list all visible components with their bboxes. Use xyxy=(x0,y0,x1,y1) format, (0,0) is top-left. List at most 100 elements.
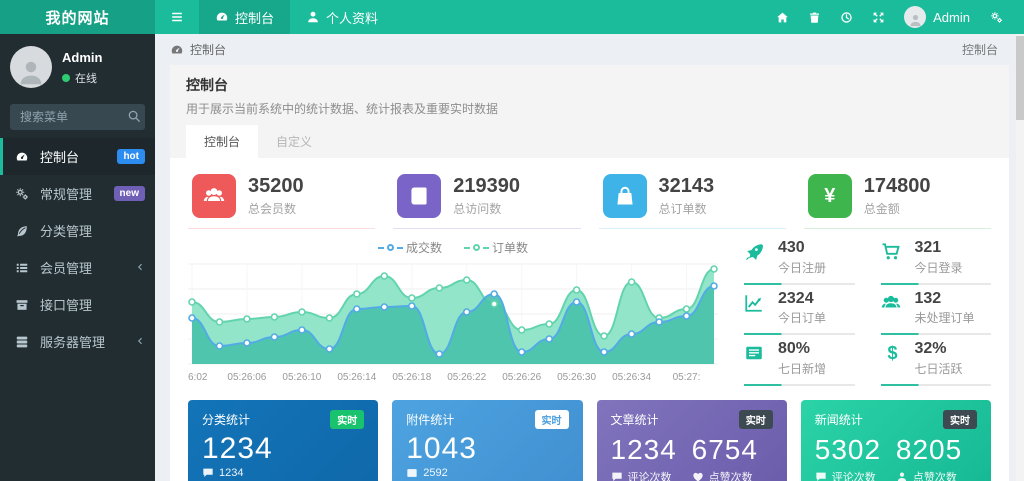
navbar-item-label: 个人资料 xyxy=(326,10,379,26)
bottom-card-subline: 1234 xyxy=(202,467,364,479)
navbar-items: 控制台 个人资料 xyxy=(199,0,394,34)
mini-stat-divider xyxy=(744,282,855,285)
legend-label: 成交数 xyxy=(405,241,442,255)
username[interactable]: Admin xyxy=(933,10,970,25)
bottom-card-metric-label: 评论次数 xyxy=(815,469,896,481)
bottom-card-columns: 5302 评论次数 8205 点赞次数 xyxy=(815,435,977,481)
sidebar-item-label: 控制台 xyxy=(40,150,80,165)
yen-icon: ¥ xyxy=(824,184,836,207)
mini-stat-inner: $32% 七日活跃 xyxy=(881,340,992,377)
stat-card-text: 32143 总订单数 xyxy=(659,175,715,217)
mini-stat-text: 321 今日登录 xyxy=(915,239,963,276)
stat-card-label: 总订单数 xyxy=(658,202,707,216)
legend-item[interactable]: 成交数 xyxy=(377,239,442,256)
navbar-item[interactable]: 个人资料 xyxy=(290,0,394,34)
dollar-icon: $ xyxy=(887,343,898,364)
navbar-right-icons xyxy=(766,0,894,34)
legend-line xyxy=(483,246,489,249)
trash-icon xyxy=(808,11,821,24)
page-subtitle: 用于展示当前系统中的统计数据、统计报表及重要实时数据 xyxy=(186,102,499,116)
svg-text:05:26:30: 05:26:30 xyxy=(557,372,596,383)
legend-line xyxy=(464,246,470,249)
stat-card: 219390 总访问数 xyxy=(393,170,581,229)
bottom-card-metric-label: 点赞次数 xyxy=(692,469,773,481)
breadcrumb-left[interactable]: 控制台 xyxy=(190,41,226,58)
page-title: 控制台 xyxy=(186,77,228,93)
bottom-card-metric-text: 评论次数 xyxy=(831,472,876,481)
image-icon xyxy=(406,467,418,479)
legend-item[interactable]: 订单数 xyxy=(464,239,528,256)
chart-area: 成交数 订单数 6:02 05:26:06 05:26:10 05:26:14 05:26… xyxy=(188,239,718,386)
sidebar-toggle-button[interactable] xyxy=(155,0,199,34)
legend-label: 订单数 xyxy=(492,241,529,255)
mini-stat-icon-box xyxy=(744,290,768,313)
panel-body: 35200 总会员数 219390 总访问数 32143 总订单数 ¥174800 总金额 成… xyxy=(170,158,1009,481)
navbar-item[interactable]: 控制台 xyxy=(199,0,291,34)
newspaper-icon xyxy=(744,343,768,363)
bottom-card-subvalue: 1234 xyxy=(219,466,244,479)
search-input[interactable] xyxy=(10,104,145,130)
breadcrumb-right[interactable]: 控制台 xyxy=(962,41,998,58)
stat-card: 32143 总订单数 xyxy=(598,170,786,229)
sidebar-item-label: 分类管理 xyxy=(40,224,93,239)
bottom-card-metric-text: 点赞次数 xyxy=(912,472,957,481)
sidebar-user-name: Admin xyxy=(62,50,103,65)
stat-card-icon-box xyxy=(397,174,442,218)
sidebar-user-status: 在线 xyxy=(62,70,102,86)
sidebar-avatar xyxy=(10,46,52,88)
avatar[interactable] xyxy=(904,6,927,28)
hamburger-icon xyxy=(170,10,184,24)
bottom-card-subvalue: 2592 xyxy=(423,466,448,479)
cart-icon xyxy=(881,242,905,262)
mini-stat-divider xyxy=(880,282,991,285)
mini-stat-icon-box xyxy=(881,239,905,262)
rocket-icon xyxy=(744,242,768,262)
mini-stat-text: 132 未处理订单 xyxy=(915,290,975,327)
sidebar-item[interactable]: 接口管理 xyxy=(0,286,155,323)
mini-stat-inner: 430 今日注册 xyxy=(744,239,855,276)
scrollbar-thumb[interactable] xyxy=(1016,36,1024,120)
history-button[interactable] xyxy=(830,0,862,34)
legend-line xyxy=(377,246,384,249)
bottom-card-metric-label: 点赞次数 xyxy=(896,469,977,481)
mini-stat-label: 七日活跃 xyxy=(914,361,963,376)
realtime-badge: 实时 xyxy=(330,410,365,429)
svg-text:05:26:06: 05:26:06 xyxy=(227,372,266,383)
sidebar-item[interactable]: 控制台 hot xyxy=(0,138,155,175)
app-window: 我的网站 控制台 个人资料 Admin Admin 在线 搜索菜单 控制台 ho… xyxy=(0,0,1024,481)
realtime-badge: 实时 xyxy=(738,410,773,429)
comment-icon xyxy=(611,471,623,481)
mini-stat: 321 今日登录 xyxy=(880,239,991,285)
tab-console[interactable]: 控制台 xyxy=(186,125,259,158)
stat-card-value: 35200 xyxy=(248,175,304,197)
stat-card-value: 32143 xyxy=(658,175,715,197)
mini-stat-text: 430 今日注册 xyxy=(778,239,826,276)
mini-stat-text: 32% 七日活跃 xyxy=(915,340,963,377)
settings-button[interactable] xyxy=(980,0,1012,34)
comment-icon xyxy=(202,467,214,479)
stat-card-icon-box xyxy=(192,174,236,218)
console-panel: 控制台 用于展示当前系统中的统计数据、统计报表及重要实时数据 控制台 自定义 35… xyxy=(170,65,1009,481)
sidebar-item[interactable]: 服务器管理 xyxy=(0,323,155,360)
bottom-card-title: 附件统计 xyxy=(406,413,455,427)
svg-text:05:26:10: 05:26:10 xyxy=(282,372,321,383)
sidebar-item[interactable]: 常规管理 new xyxy=(0,175,155,212)
sidebar-item[interactable]: 会员管理 xyxy=(0,249,155,286)
trash-button[interactable] xyxy=(798,0,830,34)
stat-card: 35200 总会员数 xyxy=(188,170,376,229)
mini-stat-value: 80% xyxy=(778,340,811,358)
mini-stat-label: 今日注册 xyxy=(778,260,827,275)
tab-custom[interactable]: 自定义 xyxy=(258,125,330,158)
search-button[interactable] xyxy=(127,109,141,123)
legend-dot xyxy=(473,244,480,251)
sidebar-item[interactable]: 分类管理 xyxy=(0,212,155,249)
stat-card-label: 总金额 xyxy=(863,202,900,216)
scrollbar[interactable] xyxy=(1016,34,1024,481)
mini-stat-value: 2324 xyxy=(778,289,814,307)
expand-button[interactable] xyxy=(862,0,894,34)
mini-stat-divider xyxy=(880,383,991,386)
stat-card: ¥174800 总金额 xyxy=(803,170,991,229)
realtime-badge: 实时 xyxy=(943,410,977,429)
home-button[interactable] xyxy=(766,0,798,34)
users-icon xyxy=(203,185,225,207)
